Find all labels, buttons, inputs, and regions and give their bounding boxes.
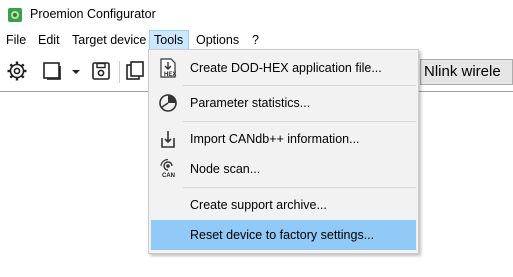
window-icon[interactable] [41,60,63,82]
import-icon [161,131,175,148]
menu-separator [183,187,416,188]
app-logo-icon [8,8,22,22]
save-disk-icon[interactable] [90,60,112,82]
hex-icon-text: HEX [164,72,177,78]
menu-item-label: Import CANdb++ information... [190,132,360,146]
menu-bar: File Edit Target device Tools Options ? [0,30,513,50]
menu-item-label: Create DOD-HEX application file... [190,61,382,75]
menu-item-create-dod-hex[interactable]: HEX Create DOD-HEX application file... [151,53,416,83]
pie-chart-icon [159,94,177,112]
menu-item-create-support-archive[interactable]: Create support archive... [151,190,416,220]
title-bar: Proemion Configurator [0,0,513,30]
menu-help[interactable]: ? [248,30,263,50]
menu-separator [183,121,416,122]
menu-edit[interactable]: Edit [34,30,64,50]
device-combo[interactable]: Nlink wirele [420,59,513,85]
menu-item-node-scan[interactable]: CAN Node scan... [151,154,416,184]
menu-item-import-candb[interactable]: Import CANdb++ information... [151,124,416,154]
menu-separator [183,85,416,86]
app-window: Proemion Configurator File Edit Target d… [0,0,513,277]
toolbar-separator [119,61,120,83]
copy-icon[interactable] [125,60,147,82]
settings-gear-icon[interactable] [6,60,28,82]
menu-item-parameter-statistics[interactable]: Parameter statistics... [151,88,416,118]
dropdown-arrow-icon[interactable] [70,60,82,82]
can-icon-text: CAN [162,173,175,179]
menu-item-label: Node scan... [190,162,261,176]
menu-item-reset-factory-settings[interactable]: Reset device to factory settings... [151,220,416,250]
window-title: Proemion Configurator [30,7,156,21]
menu-options[interactable]: Options [192,30,243,50]
menu-item-label: Create support archive... [190,198,327,212]
menu-item-label: Parameter statistics... [190,96,311,110]
menu-file[interactable]: File [2,30,30,50]
tools-menu: HEX Create DOD-HEX application file... P… [148,49,419,254]
menu-target-device[interactable]: Target device [68,30,150,50]
menu-item-label: Reset device to factory settings... [190,228,375,242]
menu-tools[interactable]: Tools [149,30,189,50]
